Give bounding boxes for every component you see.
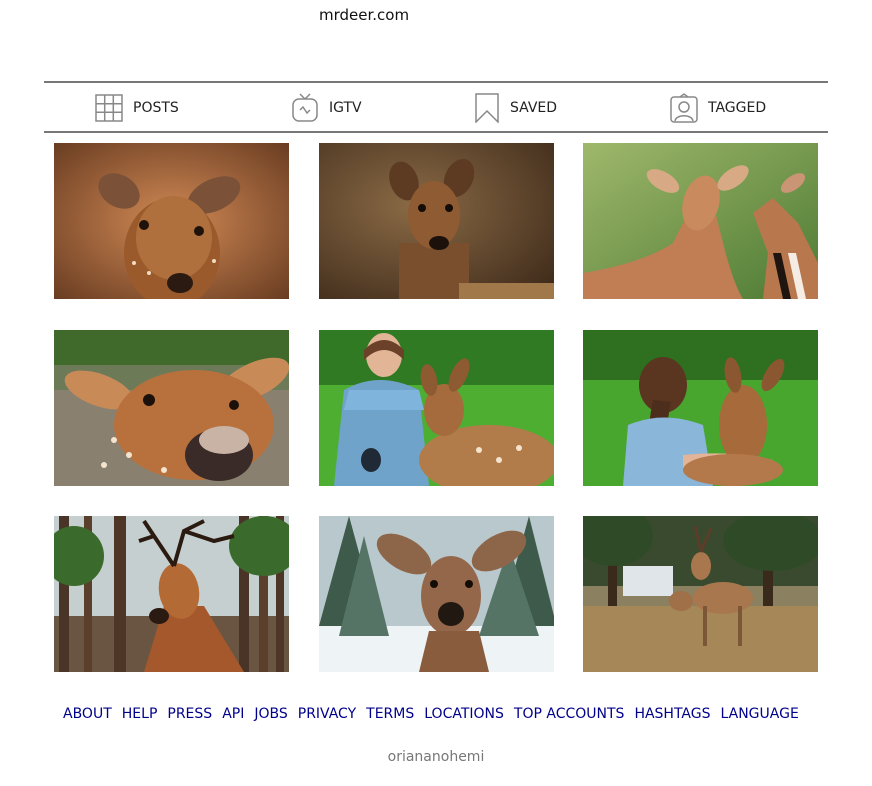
footer-link-hashtags[interactable]: HASHTAGS	[634, 706, 710, 722]
deer-photo	[319, 143, 554, 299]
igtv-icon	[291, 93, 319, 123]
tab-saved-label: SAVED	[510, 100, 558, 116]
footer-link-terms[interactable]: TERMS	[366, 706, 414, 722]
tab-posts[interactable]: POSTS	[95, 93, 179, 123]
post-thumbnail[interactable]	[583, 330, 818, 486]
post-thumbnail[interactable]	[54, 143, 289, 299]
post-thumbnail[interactable]	[319, 143, 554, 299]
tagged-person-icon	[670, 93, 698, 123]
footer-nav: ABOUT HELP PRESS API JOBS PRIVACY TERMS …	[63, 706, 809, 722]
impala-photo	[583, 143, 818, 299]
footer-link-language[interactable]: LANGUAGE	[721, 706, 799, 722]
footer-link-press[interactable]: PRESS	[167, 706, 212, 722]
deer-snow-photo	[319, 516, 554, 672]
tab-tagged[interactable]: TAGGED	[670, 93, 766, 123]
deer-park-photo	[583, 516, 818, 672]
footer-link-privacy[interactable]: PRIVACY	[298, 706, 356, 722]
profile-tabs: POSTS IGTV SAVED TAGGED	[44, 81, 828, 133]
tab-posts-label: POSTS	[133, 100, 179, 116]
girl-and-fawn-photo	[319, 330, 554, 486]
tab-igtv[interactable]: IGTV	[291, 93, 362, 123]
post-thumbnail[interactable]	[319, 330, 554, 486]
girl-hugging-fawn-photo	[583, 330, 818, 486]
tab-tagged-label: TAGGED	[708, 100, 767, 116]
deer-photo	[54, 143, 289, 299]
deer-photo	[54, 330, 289, 486]
post-thumbnail[interactable]	[583, 143, 818, 299]
profile-website[interactable]: mrdeer.com	[319, 6, 409, 24]
stag-forest-photo	[54, 516, 289, 672]
footer-link-locations[interactable]: LOCATIONS	[424, 706, 504, 722]
footer-link-help[interactable]: HELP	[122, 706, 158, 722]
post-thumbnail[interactable]	[319, 516, 554, 672]
footer-link-about[interactable]: ABOUT	[63, 706, 112, 722]
copyright-text: oriananohemi	[387, 749, 485, 765]
footer-link-jobs[interactable]: JOBS	[254, 706, 287, 722]
bookmark-icon	[474, 93, 500, 123]
tab-igtv-label: IGTV	[329, 100, 362, 116]
footer-link-top-accounts[interactable]: TOP ACCOUNTS	[514, 706, 625, 722]
grid-icon	[95, 94, 123, 122]
footer-link-api[interactable]: API	[222, 706, 244, 722]
tab-saved[interactable]: SAVED	[474, 93, 557, 123]
post-thumbnail[interactable]	[583, 516, 818, 672]
post-thumbnail[interactable]	[54, 516, 289, 672]
post-thumbnail[interactable]	[54, 330, 289, 486]
